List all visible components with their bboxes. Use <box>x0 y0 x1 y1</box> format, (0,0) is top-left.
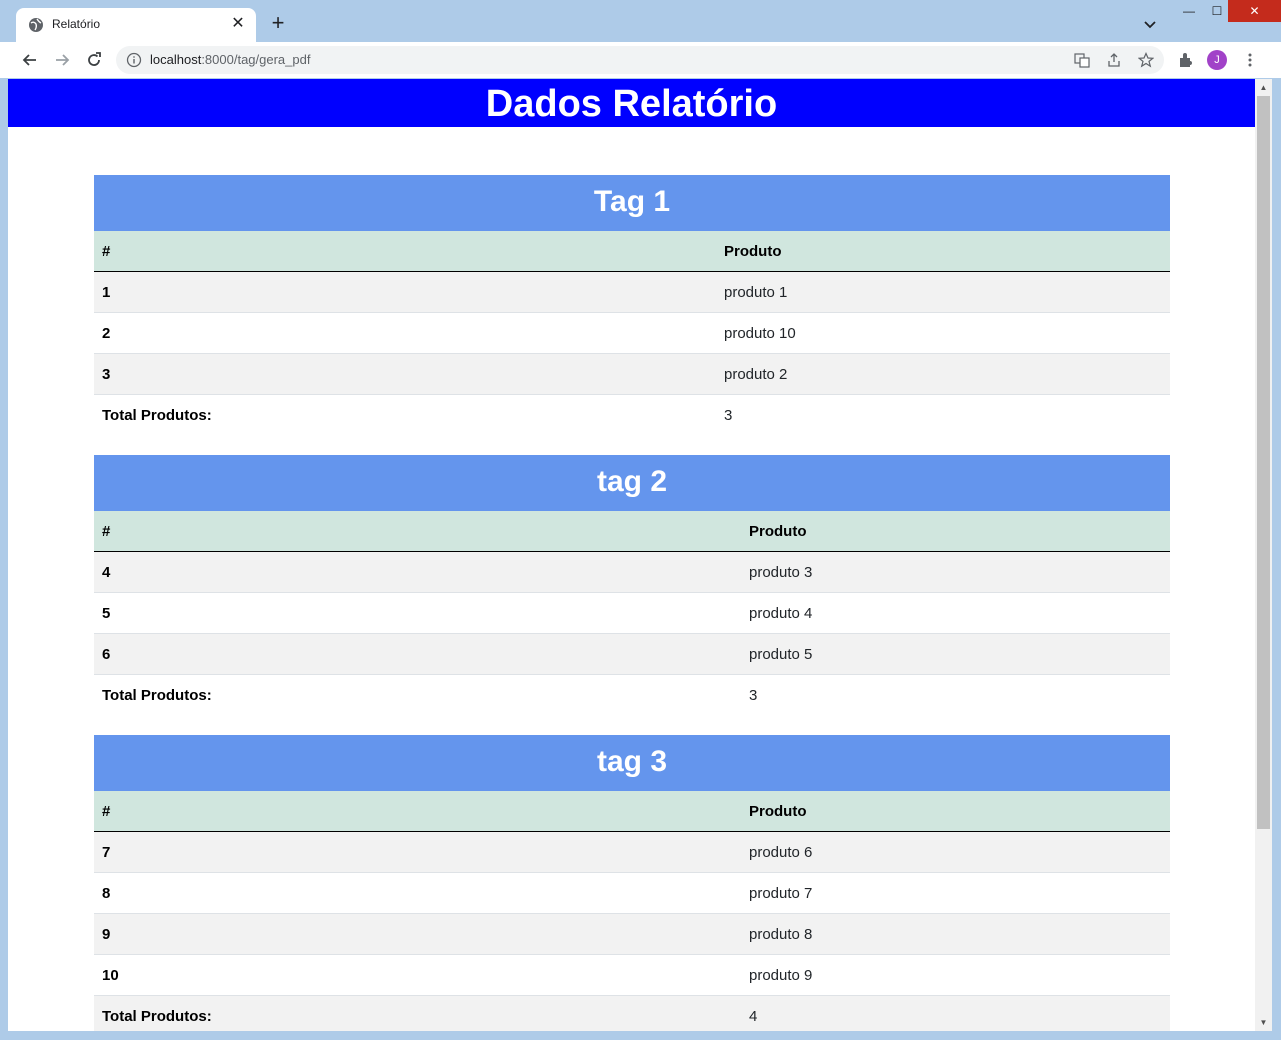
globe-icon <box>29 18 43 32</box>
products-table: # Produto 7 produto 6 8 produto 7 9 prod… <box>94 791 1170 1031</box>
row-number: 7 <box>94 831 741 873</box>
total-value: 4 <box>741 995 1170 1031</box>
share-icon[interactable] <box>1106 52 1122 68</box>
row-product: produto 1 <box>716 271 1170 313</box>
tab-title: Relatório <box>52 17 101 31</box>
vertical-scrollbar[interactable]: ▲ ▼ <box>1255 79 1272 1031</box>
column-header-number: # <box>94 231 716 272</box>
scroll-up-arrow-icon[interactable]: ▲ <box>1255 79 1272 96</box>
row-product: produto 9 <box>741 954 1170 996</box>
page-viewport: Dados Relatório Tag 1 # Produto 1 produt… <box>8 79 1255 1031</box>
total-label: Total Produtos: <box>94 674 741 715</box>
table-header-row: # Produto <box>94 231 1170 272</box>
row-number: 4 <box>94 551 741 593</box>
table-row: 4 produto 3 <box>94 551 1170 593</box>
total-value: 3 <box>741 674 1170 715</box>
table-row: 9 produto 8 <box>94 913 1170 955</box>
kebab-menu-icon[interactable] <box>1241 51 1259 69</box>
row-product: produto 6 <box>741 831 1170 873</box>
maximize-button[interactable]: ☐ <box>1203 0 1231 22</box>
products-table: # Produto 4 produto 3 5 produto 4 6 prod… <box>94 511 1170 715</box>
profile-avatar[interactable]: J <box>1207 50 1227 70</box>
info-icon[interactable] <box>126 52 142 68</box>
products-table: # Produto 1 produto 1 2 produto 10 3 pro… <box>94 231 1170 435</box>
translate-icon[interactable] <box>1074 52 1090 68</box>
column-header-number: # <box>94 791 741 832</box>
row-product: produto 10 <box>716 312 1170 354</box>
row-number: 3 <box>94 353 716 395</box>
report-container: Tag 1 # Produto 1 produto 1 2 produto 10… <box>94 175 1170 1031</box>
table-header-row: # Produto <box>94 791 1170 832</box>
column-header-product: Produto <box>741 791 1170 832</box>
row-number: 1 <box>94 271 716 313</box>
tag-section: tag 3 # Produto 7 produto 6 8 produto 7 … <box>94 735 1170 1031</box>
row-product: produto 7 <box>741 872 1170 914</box>
url-path: :8000/tag/gera_pdf <box>201 52 311 67</box>
browser-window: Relatório ✕ + — ☐ ✕ localhost:8000/tag/g… <box>0 0 1281 1040</box>
scrollbar-thumb[interactable] <box>1257 96 1270 829</box>
row-product: produto 4 <box>741 592 1170 634</box>
table-row: 10 produto 9 <box>94 954 1170 996</box>
scroll-down-arrow-icon[interactable]: ▼ <box>1255 1014 1272 1031</box>
table-row: 7 produto 6 <box>94 831 1170 873</box>
browser-toolbar: localhost:8000/tag/gera_pdf J <box>0 42 1281 78</box>
column-header-product: Produto <box>741 511 1170 552</box>
reload-icon[interactable] <box>84 50 104 70</box>
url-text[interactable]: localhost:8000/tag/gera_pdf <box>150 52 310 67</box>
row-product: produto 3 <box>741 551 1170 593</box>
section-title: Tag 1 <box>94 175 1170 231</box>
close-tab-icon[interactable]: ✕ <box>228 14 248 34</box>
page-title: Dados Relatório <box>8 79 1255 127</box>
new-tab-button[interactable]: + <box>268 12 288 34</box>
address-bar[interactable]: localhost:8000/tag/gera_pdf <box>116 46 1164 74</box>
row-number: 2 <box>94 312 716 354</box>
minimize-button[interactable]: — <box>1175 0 1203 22</box>
column-header-number: # <box>94 511 741 552</box>
row-product: produto 5 <box>741 633 1170 675</box>
tag-section: Tag 1 # Produto 1 produto 1 2 produto 10… <box>94 175 1170 435</box>
section-title: tag 3 <box>94 735 1170 791</box>
back-icon[interactable] <box>20 50 40 70</box>
window-frame-bottom <box>0 1031 1281 1040</box>
total-row: Total Produtos: 3 <box>94 674 1170 715</box>
window-frame-right <box>1272 79 1281 1040</box>
star-icon[interactable] <box>1138 52 1154 68</box>
table-row: 6 produto 5 <box>94 633 1170 675</box>
total-value: 3 <box>716 394 1170 435</box>
section-title: tag 2 <box>94 455 1170 511</box>
close-window-button[interactable]: ✕ <box>1228 0 1281 22</box>
table-header-row: # Produto <box>94 511 1170 552</box>
row-number: 9 <box>94 913 741 955</box>
table-row: 3 produto 2 <box>94 353 1170 395</box>
row-product: produto 2 <box>716 353 1170 395</box>
row-number: 6 <box>94 633 741 675</box>
table-row: 5 produto 4 <box>94 592 1170 634</box>
row-number: 10 <box>94 954 741 996</box>
table-row: 2 produto 10 <box>94 312 1170 354</box>
total-label: Total Produtos: <box>94 995 741 1031</box>
row-number: 5 <box>94 592 741 634</box>
extensions-icon[interactable] <box>1177 51 1195 69</box>
chevron-down-icon[interactable] <box>1140 14 1160 34</box>
browser-tab[interactable]: Relatório ✕ <box>16 8 256 42</box>
total-row: Total Produtos: 4 <box>94 995 1170 1031</box>
row-product: produto 8 <box>741 913 1170 955</box>
tag-section: tag 2 # Produto 4 produto 3 5 produto 4 … <box>94 455 1170 715</box>
title-bar: Relatório ✕ + — ☐ ✕ <box>0 0 1281 42</box>
column-header-product: Produto <box>716 231 1170 272</box>
forward-icon[interactable] <box>52 50 72 70</box>
table-row: 8 produto 7 <box>94 872 1170 914</box>
window-frame-left <box>0 79 8 1040</box>
row-number: 8 <box>94 872 741 914</box>
table-row: 1 produto 1 <box>94 271 1170 313</box>
total-row: Total Produtos: 3 <box>94 394 1170 435</box>
url-host: localhost <box>150 52 202 67</box>
total-label: Total Produtos: <box>94 394 716 435</box>
